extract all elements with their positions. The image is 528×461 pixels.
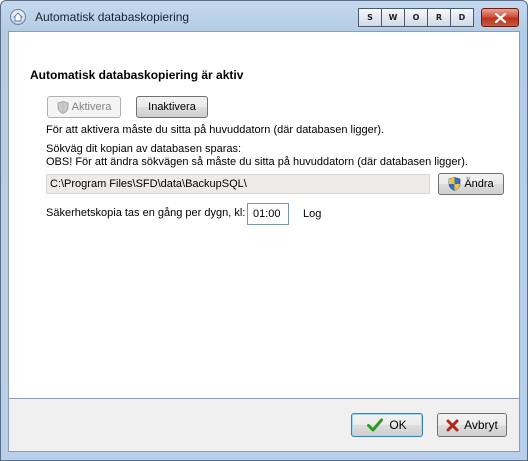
path-label: Sökväg dit kopian av databasen sparas:	[46, 143, 242, 155]
home-icon	[10, 9, 26, 25]
shield-icon	[57, 100, 69, 114]
path-note: OBS! För att ändra sökvägen så måste du …	[46, 156, 468, 168]
activate-label: Aktivera	[71, 101, 112, 113]
close-icon	[494, 12, 506, 23]
sword-button-d[interactable]: D	[450, 8, 474, 27]
deactivate-label: Inaktivera	[148, 101, 196, 113]
backup-path-value: C:\Program Files\SFD\data\BackupSQL\	[50, 178, 247, 190]
cancel-button[interactable]: Avbryt	[437, 413, 507, 437]
cancel-x-icon	[446, 419, 459, 431]
change-path-button[interactable]: Ändra	[438, 173, 504, 195]
sword-button-w[interactable]: W	[381, 8, 405, 27]
schedule-label: Säkerhetskopia tas en gång per dygn, kl:	[46, 207, 246, 219]
change-path-label: Ändra	[464, 178, 494, 190]
checkmark-icon	[367, 418, 384, 432]
sword-button-o[interactable]: O	[404, 8, 428, 27]
content-panel: Automatisk databaskopiering är aktiv Akt…	[8, 31, 520, 399]
page-title: Automatisk databaskopiering är aktiv	[30, 68, 244, 82]
sword-button-group: S W O R D	[358, 8, 474, 27]
log-link[interactable]: Log	[303, 208, 321, 220]
activate-button[interactable]: Aktivera	[47, 96, 121, 118]
sword-button-s[interactable]: S	[358, 8, 382, 27]
close-button[interactable]	[481, 8, 519, 27]
activate-hint: För att aktivera måste du sitta på huvud…	[46, 124, 385, 136]
sword-button-r[interactable]: R	[427, 8, 451, 27]
backup-time-input[interactable]: 01:00	[247, 203, 289, 225]
shield-icon	[448, 177, 461, 191]
dialog-window: Automatisk databaskopiering S W O R D Au…	[0, 0, 528, 461]
backup-time-value: 01:00	[253, 208, 281, 220]
window-title: Automatisk databaskopiering	[35, 10, 190, 24]
ok-label: OK	[389, 418, 407, 432]
footer-bar: OK Avbryt	[8, 399, 520, 452]
title-bar[interactable]: Automatisk databaskopiering S W O R D	[1, 1, 527, 31]
ok-button[interactable]: OK	[351, 413, 423, 437]
backup-path-field: C:\Program Files\SFD\data\BackupSQL\	[46, 174, 430, 194]
cancel-label: Avbryt	[464, 418, 498, 432]
deactivate-button[interactable]: Inaktivera	[136, 96, 208, 118]
